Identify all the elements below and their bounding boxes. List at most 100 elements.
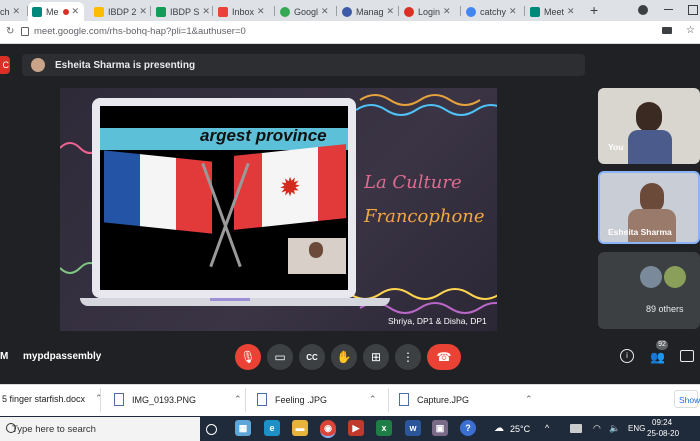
clock-date[interactable]: 25-08-20 (647, 429, 679, 438)
show-all-downloads-button[interactable]: Show (674, 390, 700, 408)
web-icon (342, 6, 352, 17)
download-filename: Feeling .JPG (275, 394, 328, 405)
new-tab-button[interactable]: + (590, 2, 598, 18)
people-count-badge: 92 (656, 340, 668, 350)
slide-title-line1: La Culture (364, 172, 462, 193)
file-explorer-icon[interactable]: ▬ (292, 420, 308, 436)
browser-tab[interactable]: Manag ✕ (338, 2, 396, 21)
meeting-name: mypdpassembly (23, 351, 102, 362)
camera-status-icon[interactable] (662, 27, 672, 34)
tab-separator (212, 6, 213, 16)
download-item[interactable]: 5 finger starfish.docx ⌃ (2, 393, 103, 404)
download-item[interactable]: Capture.JPG ⌃ (399, 393, 533, 406)
close-icon[interactable]: ✕ (387, 6, 395, 17)
others-tile[interactable]: 89 others (598, 252, 700, 329)
url-field[interactable]: meet.google.com/rhs-bohq-hap?pli=1&authu… (34, 26, 246, 37)
taskbar-app-icon[interactable]: ▶ (348, 420, 364, 436)
reload-icon[interactable]: ↻ (6, 26, 14, 37)
help-icon[interactable]: ? (460, 420, 476, 436)
close-icon[interactable]: ✕ (257, 6, 265, 17)
info-icon[interactable]: i (620, 349, 634, 363)
tab-label: catchy (480, 6, 507, 17)
camera-icon[interactable]: ▭ (267, 344, 293, 370)
taskbar-app-icon[interactable]: ▦ (235, 420, 251, 436)
close-icon[interactable]: ✕ (321, 6, 329, 17)
more-icon[interactable]: ⋮ (395, 344, 421, 370)
browser-tab[interactable]: IBDP 2 ✕ (90, 2, 148, 21)
end-call-icon[interactable]: ☎ (427, 344, 461, 370)
close-icon[interactable]: ✕ (567, 6, 575, 17)
weather-icon[interactable]: ☁ (494, 423, 504, 434)
wifi-icon[interactable]: ◠ (593, 423, 601, 434)
slide-credit: Shriya, DP1 & Disha, DP1 (388, 316, 487, 326)
tab-separator (274, 6, 275, 16)
browser-tab-active[interactable]: Me ✕ (28, 2, 84, 21)
word-icon[interactable]: w (405, 420, 421, 436)
chevron-up-icon[interactable]: ⌃ (234, 394, 242, 405)
participant-tile-presenter[interactable]: Esheita Sharma (598, 171, 700, 244)
close-icon[interactable]: ✕ (509, 6, 517, 17)
presenting-text: Esheita Sharma is presenting (55, 60, 196, 71)
captions-icon[interactable]: CC (299, 344, 325, 370)
download-item[interactable]: Feeling .JPG ⌃ (257, 393, 377, 406)
participant-name: You (608, 142, 624, 152)
browser-tab[interactable]: ch ✕ (0, 2, 26, 21)
present-icon[interactable]: ⊞ (363, 344, 389, 370)
laptop-notch (210, 298, 250, 301)
divider (388, 388, 389, 412)
download-filename: 5 finger starfish.docx (2, 393, 86, 404)
tab-label: ch (0, 6, 10, 17)
canada-flag: ✹ (234, 144, 346, 230)
tab-label: Me (46, 6, 59, 17)
chevron-up-icon[interactable]: ⌃ (369, 394, 377, 405)
tray-app-icon[interactable] (570, 424, 582, 433)
chevron-up-icon[interactable]: ⌃ (525, 394, 533, 405)
browser-tab[interactable]: catchy ✕ (462, 2, 522, 21)
edge-icon[interactable]: e (264, 420, 280, 436)
chrome-icon[interactable]: ◉ (320, 420, 336, 438)
image-file-icon (114, 393, 124, 406)
mic-off-icon[interactable]: 🎙 (235, 344, 261, 370)
bookmark-star-icon[interactable]: ☆ (686, 25, 695, 36)
clock-time[interactable]: 09:24 (652, 418, 672, 427)
close-icon[interactable]: ✕ (443, 6, 451, 17)
chat-icon[interactable] (680, 350, 694, 362)
browser-tab[interactable]: Inbox ✕ (214, 2, 272, 21)
maximize-icon[interactable] (688, 5, 698, 15)
close-icon[interactable]: ✕ (202, 6, 210, 17)
browser-tab[interactable]: Login ✕ (400, 2, 458, 21)
taskbar-app-icon[interactable]: ▣ (432, 420, 448, 436)
google-meet-icon (530, 6, 540, 17)
tray-overflow-icon[interactable]: ^ (545, 423, 549, 433)
tab-label: IBDP 2 (108, 6, 137, 17)
google-icon (280, 6, 290, 17)
browser-tab[interactable]: Meet ✕ (526, 2, 582, 21)
recording-indicator: C (0, 56, 10, 74)
shared-screen: argest province ✹ La Culture Francophone… (60, 88, 497, 331)
language-indicator[interactable]: ENG (628, 424, 645, 433)
browser-tab[interactable]: IBDP S ✕ (152, 2, 210, 21)
participant-tile-you[interactable]: You (598, 88, 700, 164)
recording-dot-icon (62, 8, 69, 15)
download-filename: IMG_0193.PNG (132, 394, 197, 405)
people-icon[interactable]: 👥 (650, 350, 665, 364)
raise-hand-icon[interactable]: ✋ (331, 344, 357, 370)
browser-tab[interactable]: Googl ✕ (276, 2, 334, 21)
chevron-up-icon[interactable]: ⌃ (95, 393, 103, 404)
taskbar-search-input[interactable]: Type here to search (12, 424, 96, 435)
lock-icon[interactable] (21, 27, 29, 36)
close-icon[interactable]: ✕ (72, 6, 80, 17)
minimize-icon[interactable] (664, 9, 673, 10)
weather-temperature[interactable]: 25°C (510, 424, 530, 434)
participant-body (628, 130, 672, 164)
avatar (31, 58, 45, 72)
task-view-icon[interactable] (206, 424, 217, 435)
close-icon[interactable]: ✕ (13, 6, 21, 17)
tab-search-icon[interactable] (638, 5, 648, 15)
close-icon[interactable]: ✕ (139, 6, 147, 17)
tab-separator (150, 6, 151, 16)
volume-icon[interactable]: 🔈 (609, 423, 620, 434)
tab-separator (336, 6, 337, 16)
download-item[interactable]: IMG_0193.PNG ⌃ (114, 393, 242, 406)
excel-icon[interactable]: x (376, 420, 392, 436)
